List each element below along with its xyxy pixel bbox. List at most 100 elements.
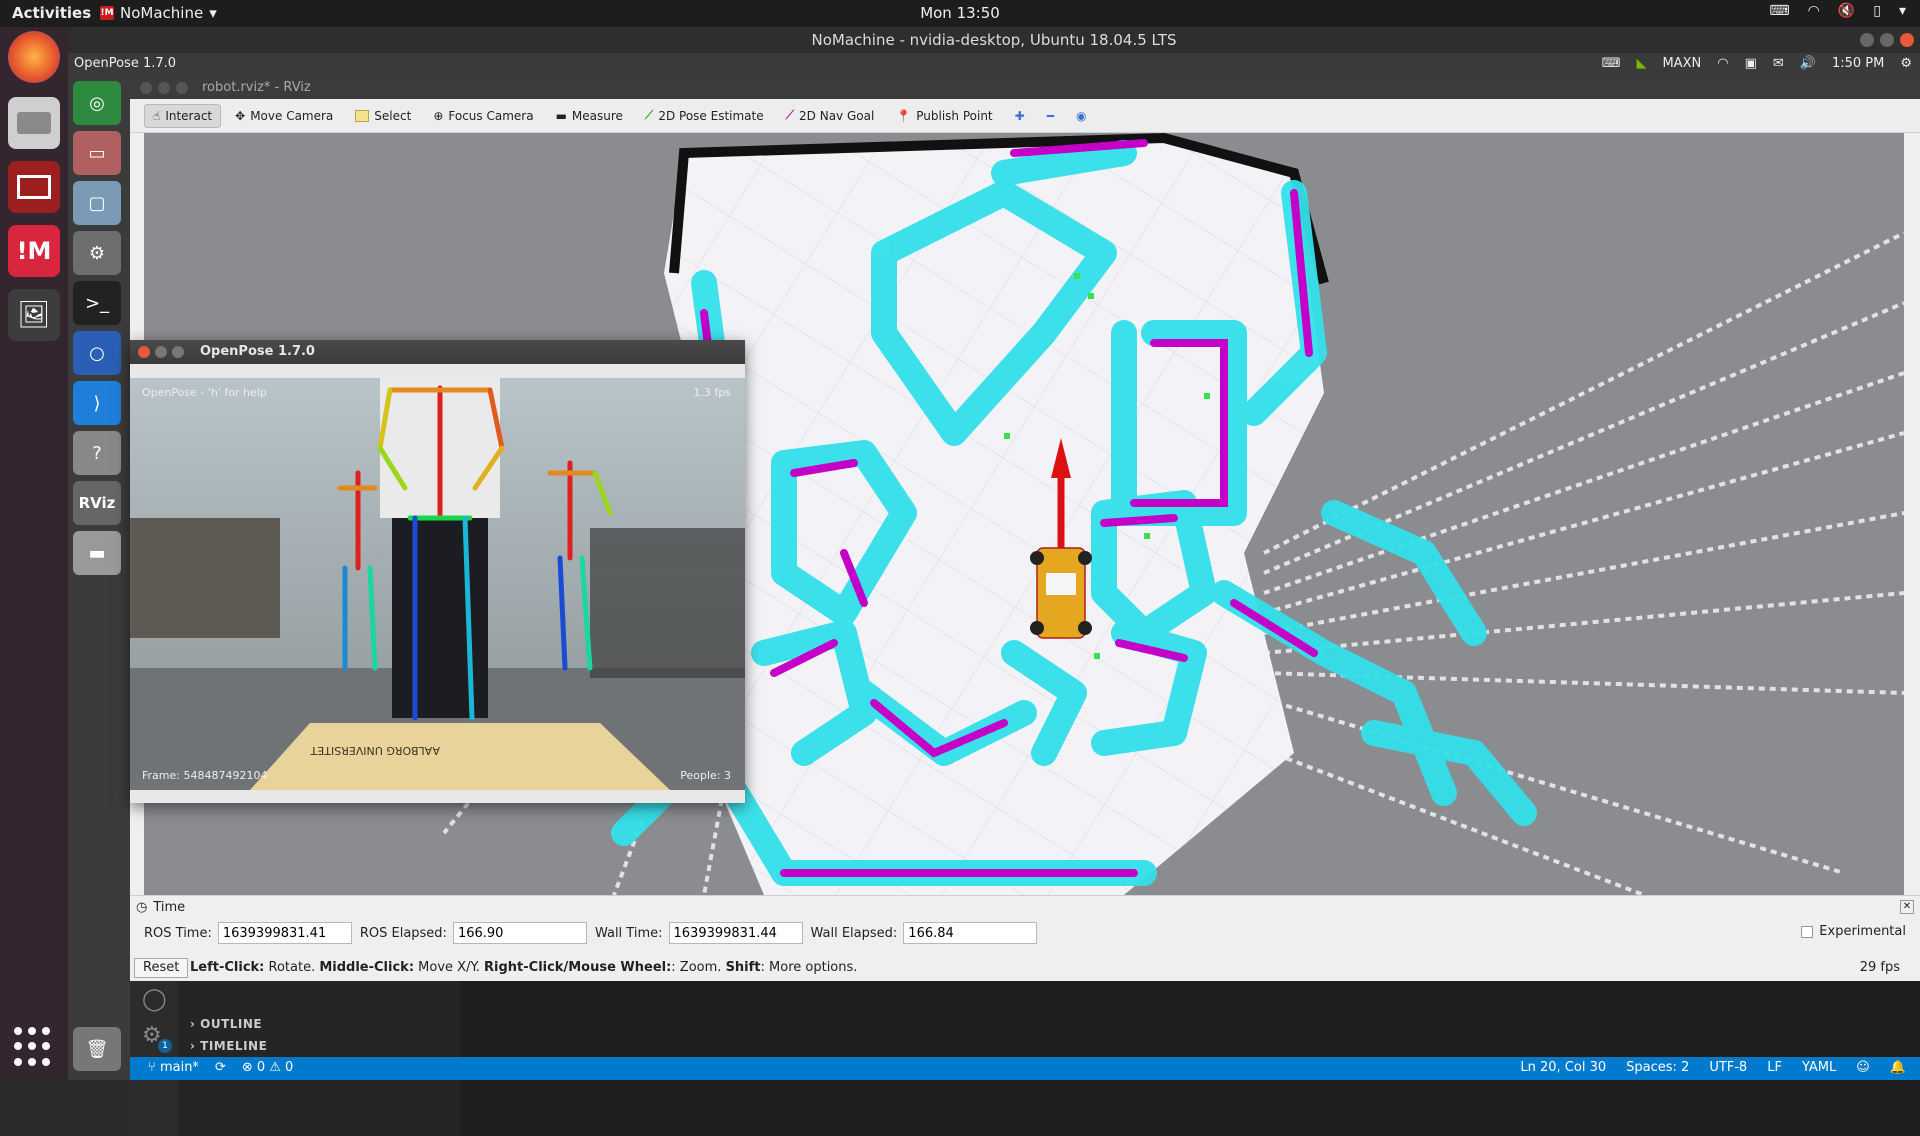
- mail-icon[interactable]: ✉: [1773, 56, 1784, 71]
- rviz-toolbar: ☝ Interact ✥ Move Camera Select ⊕ Focus …: [130, 99, 1920, 133]
- keyboard-icon[interactable]: ⌨: [1602, 56, 1621, 71]
- ros-elapsed-field[interactable]: [452, 922, 587, 944]
- wifi-icon[interactable]: ◠: [1808, 3, 1820, 19]
- tool-publish-point[interactable]: 📍 Publish Point: [888, 105, 1000, 127]
- remote-desktop-icon[interactable]: [8, 161, 60, 213]
- maximize-icon[interactable]: [1880, 33, 1894, 47]
- help-icon[interactable]: ?: [73, 431, 121, 475]
- feedback-icon[interactable]: ☺: [1856, 1060, 1870, 1075]
- show-applications-icon[interactable]: [14, 1027, 54, 1067]
- tool-move-camera[interactable]: ✥ Move Camera: [227, 105, 341, 127]
- tool-2d-pose-estimate[interactable]: ⟋ 2D Pose Estimate: [637, 104, 772, 127]
- wheel: [1078, 551, 1092, 565]
- hint-key: Shift: [725, 960, 761, 975]
- tool-interact[interactable]: ☝ Interact: [144, 103, 222, 128]
- experimental-label: Experimental: [1819, 924, 1906, 939]
- volume-icon[interactable]: 🔊: [1800, 56, 1816, 71]
- sync-icon[interactable]: ⟳: [215, 1060, 226, 1075]
- branch-indicator[interactable]: ⑂ main*: [148, 1060, 199, 1075]
- close-icon[interactable]: [1900, 33, 1914, 47]
- tool-select[interactable]: Select: [347, 105, 419, 127]
- status-left: ⑂ main* ⟳ ⊗ 0 ⚠ 0: [148, 1060, 293, 1075]
- indentation[interactable]: Spaces: 2: [1626, 1060, 1689, 1075]
- chevron-down-icon[interactable]: ▾: [1899, 3, 1906, 19]
- firefox-icon[interactable]: [8, 31, 60, 83]
- tool-measure[interactable]: ▬ Measure: [548, 105, 631, 127]
- language-mode[interactable]: YAML: [1802, 1060, 1836, 1075]
- close-icon[interactable]: [140, 82, 152, 94]
- wall-elapsed-label: Wall Elapsed:: [810, 925, 898, 941]
- trash-icon[interactable]: 🗑: [73, 1027, 121, 1071]
- wall-elapsed-field[interactable]: [903, 922, 1038, 944]
- openpose-fps: 1.3 fps: [693, 386, 731, 399]
- drive-icon[interactable]: ▬: [73, 531, 121, 575]
- timeline-section[interactable]: › TIMELINE: [190, 1039, 267, 1053]
- bag-icon[interactable]: ▢: [73, 181, 121, 225]
- settings-icon[interactable]: ⚙: [73, 231, 121, 275]
- chromium-icon[interactable]: ○: [73, 331, 121, 375]
- shelf: [130, 518, 280, 638]
- outline-section[interactable]: › OUTLINE: [190, 1017, 262, 1031]
- experimental-toggle[interactable]: Experimental: [1801, 924, 1906, 939]
- person-legs: [392, 518, 488, 718]
- hint-key: Middle-Click:: [319, 960, 415, 975]
- battery-icon[interactable]: ▯: [1873, 3, 1881, 19]
- encoding[interactable]: UTF-8: [1709, 1060, 1747, 1075]
- window-controls: [138, 346, 184, 358]
- account-icon[interactable]: ◯: [142, 987, 167, 1012]
- branch-icon: ⑂: [148, 1060, 156, 1075]
- remote-launcher: ◎ ▭ ▢ ⚙ >_ ○ ⟩ ? RViz ▬ 🗑: [68, 77, 130, 1080]
- end-of-line[interactable]: LF: [1767, 1060, 1782, 1075]
- clock[interactable]: Mon 13:50: [0, 4, 1920, 22]
- input-method-icon[interactable]: ▣: [1745, 56, 1757, 71]
- tool-2d-nav-goal[interactable]: ⟋ 2D Nav Goal: [778, 104, 883, 127]
- minimize-icon[interactable]: [1860, 33, 1874, 47]
- close-panel-button[interactable]: ✕: [1900, 900, 1914, 914]
- ubuntu-search-icon[interactable]: ◎: [73, 81, 121, 125]
- tool-label: Select: [374, 108, 412, 123]
- cursor-position[interactable]: Ln 20, Col 30: [1520, 1060, 1606, 1075]
- timeline-label: TIMELINE: [200, 1039, 268, 1053]
- select-icon: [355, 109, 370, 122]
- image-viewer-icon[interactable]: 🖼: [8, 289, 60, 341]
- openpose-people-count: People: 3: [680, 769, 731, 782]
- remove-tool-button[interactable]: ━: [1039, 105, 1062, 127]
- add-tool-button[interactable]: ✚: [1007, 105, 1033, 127]
- files-icon[interactable]: ▭: [73, 131, 121, 175]
- tool-focus-camera[interactable]: ⊕ Focus Camera: [425, 105, 541, 127]
- minus-icon: ━: [1046, 108, 1054, 123]
- remote-clock[interactable]: 1:50 PM: [1832, 56, 1884, 71]
- reset-button[interactable]: Reset: [134, 958, 189, 978]
- ros-time-field[interactable]: [217, 922, 352, 944]
- wall-time-field[interactable]: [668, 922, 803, 944]
- wheel: [1030, 621, 1044, 635]
- minimize-icon[interactable]: [155, 346, 167, 358]
- terminal-icon[interactable]: >_: [73, 281, 121, 325]
- bell-icon[interactable]: 🔔: [1890, 1060, 1906, 1075]
- wifi-icon[interactable]: ◠: [1717, 56, 1728, 71]
- nomachine-icon[interactable]: !M: [8, 225, 60, 277]
- nvidia-icon[interactable]: ◣: [1636, 56, 1646, 71]
- nomachine-window-title: NoMachine - nvidia-desktop, Ubuntu 18.04…: [68, 27, 1920, 53]
- tool-properties-button[interactable]: ◉: [1068, 105, 1094, 127]
- close-icon[interactable]: [138, 346, 150, 358]
- keyboard-icon[interactable]: ⌨: [1769, 3, 1789, 19]
- wheel: [1078, 621, 1092, 635]
- rviz-icon[interactable]: RViz: [73, 481, 121, 525]
- minimize-icon[interactable]: [158, 82, 170, 94]
- volume-mute-icon[interactable]: 🔇: [1838, 3, 1855, 19]
- power-mode[interactable]: MAXN: [1662, 56, 1701, 71]
- experimental-checkbox[interactable]: [1801, 925, 1814, 938]
- gear-icon[interactable]: ⚙: [1900, 56, 1912, 71]
- rviz-title-bar: robot.rviz* - RViz: [130, 77, 1920, 99]
- vscode-icon[interactable]: ⟩: [73, 381, 121, 425]
- files-icon[interactable]: [8, 97, 60, 149]
- vscode-status-bar: ⑂ main* ⟳ ⊗ 0 ⚠ 0 Ln 20, Col 30 Spaces: …: [130, 1057, 1920, 1080]
- ubuntu-dock: !M 🖼: [0, 27, 68, 1080]
- problems-indicator[interactable]: ⊗ 0 ⚠ 0: [242, 1060, 294, 1075]
- system-tray[interactable]: ⌨ ◠ 🔇 ▯ ▾: [1769, 3, 1906, 19]
- maximize-icon[interactable]: [176, 82, 188, 94]
- maximize-icon[interactable]: [172, 346, 184, 358]
- update-badge: 1: [158, 1039, 172, 1053]
- nomachine-title-text: NoMachine - nvidia-desktop, Ubuntu 18.04…: [811, 31, 1177, 49]
